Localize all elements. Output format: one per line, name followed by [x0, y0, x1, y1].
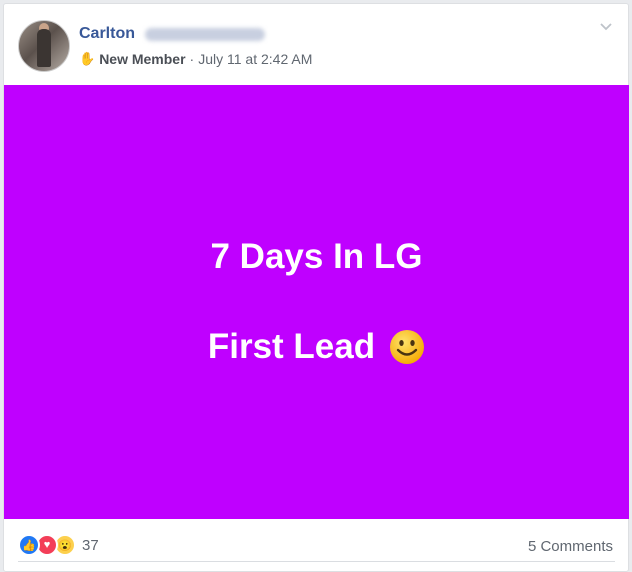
like-icon: 👍 — [18, 534, 40, 556]
wave-icon: ✋ — [79, 51, 96, 66]
avatar[interactable] — [18, 20, 70, 72]
banner-line-1: 7 Days In LG — [210, 237, 423, 276]
reaction-summary[interactable]: 👍 ♥ 😮 37 — [18, 534, 99, 556]
post-card: Carlton ✋ New Member · July 11 at 2:42 A… — [3, 3, 629, 572]
post-meta: ✋ New Member · July 11 at 2:42 AM — [79, 51, 312, 67]
footer-divider — [18, 561, 615, 562]
meta-separator: · — [189, 51, 195, 67]
comments-link[interactable]: 5 Comments — [528, 538, 613, 555]
banner-line-2: First Lead — [208, 327, 425, 367]
author-name[interactable]: Carlton — [79, 25, 135, 43]
post-header: Carlton ✋ New Member · July 11 at 2:42 A… — [4, 4, 628, 84]
member-badge[interactable]: New Member — [99, 51, 185, 67]
chevron-down-icon[interactable] — [600, 20, 612, 32]
post-timestamp[interactable]: July 11 at 2:42 AM — [198, 51, 312, 67]
reaction-count[interactable]: 37 — [82, 537, 99, 554]
author-surname-redacted — [145, 28, 265, 41]
post-banner[interactable]: 7 Days In LG First Lead — [4, 85, 629, 519]
post-footer: 👍 ♥ 😮 37 5 Comments — [4, 530, 629, 562]
banner-line-2-text: First Lead — [207, 327, 376, 366]
smile-emoji-icon — [390, 330, 425, 364]
